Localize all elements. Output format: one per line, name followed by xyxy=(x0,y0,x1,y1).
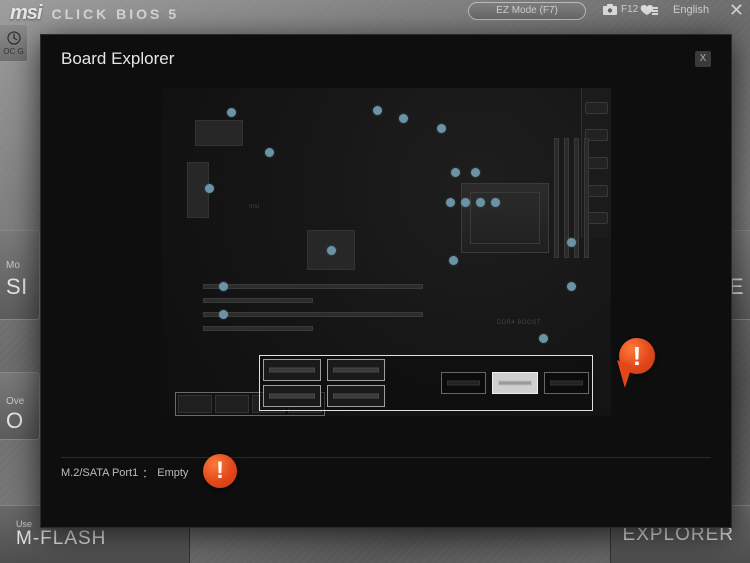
pcie-slot xyxy=(203,298,313,303)
alert-badge-icon: ! xyxy=(203,454,237,488)
ddr-boost-label: DDR4 BOOST xyxy=(497,320,541,326)
clock-tab[interactable]: OC G xyxy=(0,24,28,62)
brand-five: 5 xyxy=(168,6,178,22)
oc-label: OC G xyxy=(3,47,23,56)
hotspot-dot[interactable] xyxy=(461,198,470,207)
hotspot-dot[interactable] xyxy=(567,238,576,247)
sata-port[interactable] xyxy=(263,359,321,381)
motherboard-image[interactable]: msi DDR4 BOOST xyxy=(161,88,611,416)
hotspot-dot[interactable] xyxy=(437,124,446,133)
pcie-slot xyxy=(203,284,423,289)
dimm-slot xyxy=(584,138,589,258)
board-explorer-modal: Board Explorer X msi DDR4 BOOST xyxy=(40,34,732,528)
hotspot-dot[interactable] xyxy=(205,184,214,193)
favorites-button[interactable] xyxy=(640,4,658,17)
side-label-1: Mo xyxy=(6,260,20,271)
modal-close-button[interactable]: X xyxy=(695,51,711,67)
board-viewport: msi DDR4 BOOST xyxy=(61,83,711,453)
screenshot-button[interactable]: F12 xyxy=(603,4,638,15)
sata-m2-port-group[interactable] xyxy=(259,355,593,411)
modal-title: Board Explorer xyxy=(61,49,174,69)
hotspot-dot[interactable] xyxy=(219,310,228,319)
sata-port[interactable] xyxy=(544,372,590,394)
status-separator: ： xyxy=(142,465,153,481)
hotspot-dot[interactable] xyxy=(446,198,455,207)
hotspot-dot[interactable] xyxy=(471,168,480,177)
ez-mode-button[interactable]: EZ Mode (F7) xyxy=(468,2,586,20)
side-label-2: Ove xyxy=(6,396,24,407)
hotspot-dot[interactable] xyxy=(219,282,228,291)
clock-icon xyxy=(7,31,21,45)
hotspot-dot[interactable] xyxy=(227,108,236,117)
side-title-2: O xyxy=(6,408,24,434)
modal-header: Board Explorer X xyxy=(41,35,731,83)
language-selector[interactable]: English xyxy=(673,4,709,16)
hotspot-dot[interactable] xyxy=(476,198,485,207)
status-bar: M.2/SATA Port1 ： Empty ! xyxy=(61,457,711,487)
hotspot-dot[interactable] xyxy=(567,282,576,291)
sata-port[interactable] xyxy=(441,372,487,394)
pcie-slot xyxy=(203,312,423,317)
hotspot-dot[interactable] xyxy=(451,168,460,177)
brand: msi CLICK BIOS 5 xyxy=(10,2,178,25)
hotspot-dot[interactable] xyxy=(449,256,458,265)
status-port-name: M.2/SATA Port1 xyxy=(61,467,138,479)
hotspot-dot[interactable] xyxy=(373,106,382,115)
hotspot-dot[interactable] xyxy=(491,198,500,207)
pcie-slot xyxy=(203,326,313,331)
cpu-socket xyxy=(461,183,549,253)
sata-port[interactable] xyxy=(327,359,385,381)
hotspot-dot[interactable] xyxy=(265,148,274,157)
camera-icon xyxy=(603,4,617,15)
brand-click: CLICK BIOS xyxy=(51,6,162,22)
alert-arrow-icon xyxy=(610,360,633,388)
brand-msi: msi xyxy=(10,2,41,25)
dimm-slot xyxy=(554,138,559,258)
app-close-button[interactable]: ✕ xyxy=(729,0,744,20)
sata-port[interactable] xyxy=(327,385,385,407)
hotspot-dot[interactable] xyxy=(327,246,336,255)
modal-footer xyxy=(41,487,731,527)
mflash-label: M-FLASH xyxy=(16,528,173,550)
sata-port[interactable] xyxy=(263,385,321,407)
screenshot-key-label: F12 xyxy=(621,4,638,15)
hotspot-dot[interactable] xyxy=(539,334,548,343)
status-port-value: Empty xyxy=(157,467,188,479)
side-title-1: SI xyxy=(6,274,28,300)
heart-icon xyxy=(640,4,658,17)
vrm-heatsink xyxy=(195,120,243,146)
board-brand-label: msi xyxy=(249,204,260,210)
hotspot-dot[interactable] xyxy=(399,114,408,123)
sata-port[interactable] xyxy=(492,372,538,394)
